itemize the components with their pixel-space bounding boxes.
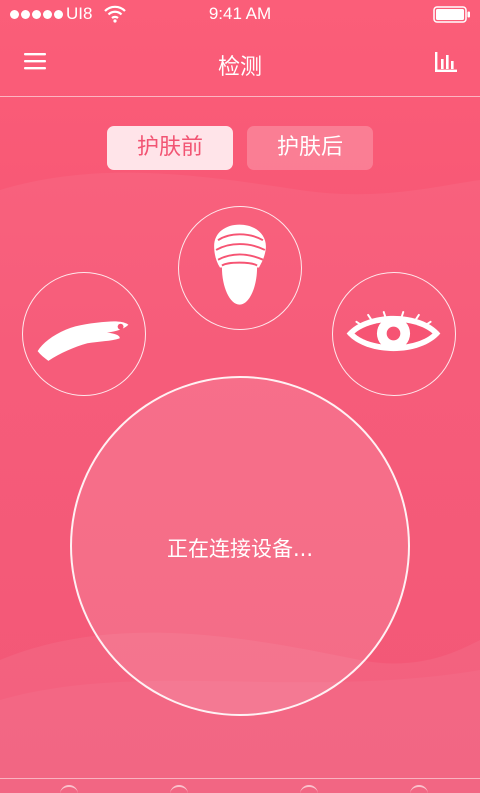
battery-icon [433, 6, 470, 23]
tab-bar-item-icon[interactable] [410, 785, 428, 793]
page-title: 检测 [217, 55, 262, 80]
mode-hand-button[interactable] [22, 272, 146, 396]
tab-before-skincare[interactable]: 护肤前 [107, 126, 233, 170]
tab-after-skincare[interactable]: 护肤后 [247, 126, 373, 170]
bottom-tab-bar [0, 778, 480, 793]
hand-icon [37, 321, 129, 361]
status-time: 9:41 AM [208, 4, 272, 23]
bar-chart-icon[interactable] [434, 51, 458, 73]
eye-icon [346, 311, 441, 352]
navigation-bar: 检测 [0, 30, 480, 97]
device-connect-circle[interactable]: 正在连接设备... [70, 376, 410, 716]
mode-eye-button[interactable] [332, 272, 456, 396]
tab-bar-item-icon[interactable] [300, 785, 318, 793]
connection-status-text: 正在连接设备... [166, 537, 314, 561]
status-bar: UI8 9:41 AM [0, 0, 480, 30]
tab-bar-item-icon[interactable] [60, 785, 78, 793]
detection-screen: UI8 9:41 AM 检测 护肤前 护肤后 正在连接设备... [0, 0, 480, 793]
face-icon [214, 224, 266, 305]
mode-face-button[interactable] [178, 206, 302, 330]
tab-bar-item-icon[interactable] [170, 785, 188, 793]
